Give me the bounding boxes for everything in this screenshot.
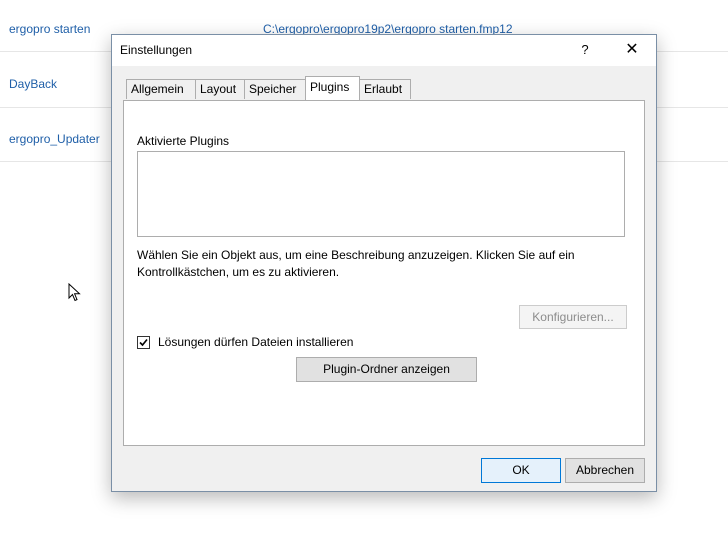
list-item-label[interactable]: ergopro starten: [9, 22, 90, 36]
configure-button[interactable]: Konfigurieren...: [519, 305, 627, 329]
tab-erlaubt[interactable]: Erlaubt: [359, 79, 411, 99]
help-button[interactable]: ?: [570, 37, 600, 63]
cancel-button[interactable]: Abbrechen: [565, 458, 645, 483]
plugin-list[interactable]: [137, 151, 625, 237]
list-item-label[interactable]: DayBack: [9, 77, 57, 91]
allow-install-checkbox[interactable]: [137, 336, 150, 349]
list-item-label[interactable]: ergopro_Updater: [9, 132, 100, 146]
close-button[interactable]: ✕: [617, 37, 647, 63]
dialog-titlebar[interactable]: Einstellungen ? ✕: [112, 35, 656, 66]
tab-allgemein[interactable]: Allgemein: [126, 79, 196, 99]
settings-dialog: Einstellungen ? ✕ Allgemein Layout Speic…: [111, 34, 657, 492]
show-plugin-folder-button[interactable]: Plugin-Ordner anzeigen: [296, 357, 477, 382]
active-plugins-label: Aktivierte Plugins: [137, 134, 230, 148]
ok-button[interactable]: OK: [481, 458, 561, 483]
allow-install-label[interactable]: Lösungen dürfen Dateien installieren: [158, 335, 353, 349]
tab-speicher[interactable]: Speicher: [244, 79, 306, 99]
mouse-cursor-icon: [68, 283, 81, 302]
tab-layout[interactable]: Layout: [195, 79, 245, 99]
checkmark-icon: [139, 338, 148, 347]
tab-plugins[interactable]: Plugins: [305, 76, 360, 100]
dialog-title: Einstellungen: [120, 43, 193, 57]
plugins-tab-page: Aktivierte Plugins Wählen Sie ein Objekt…: [123, 100, 645, 446]
plugin-description: Wählen Sie ein Objekt aus, um eine Besch…: [137, 248, 575, 279]
